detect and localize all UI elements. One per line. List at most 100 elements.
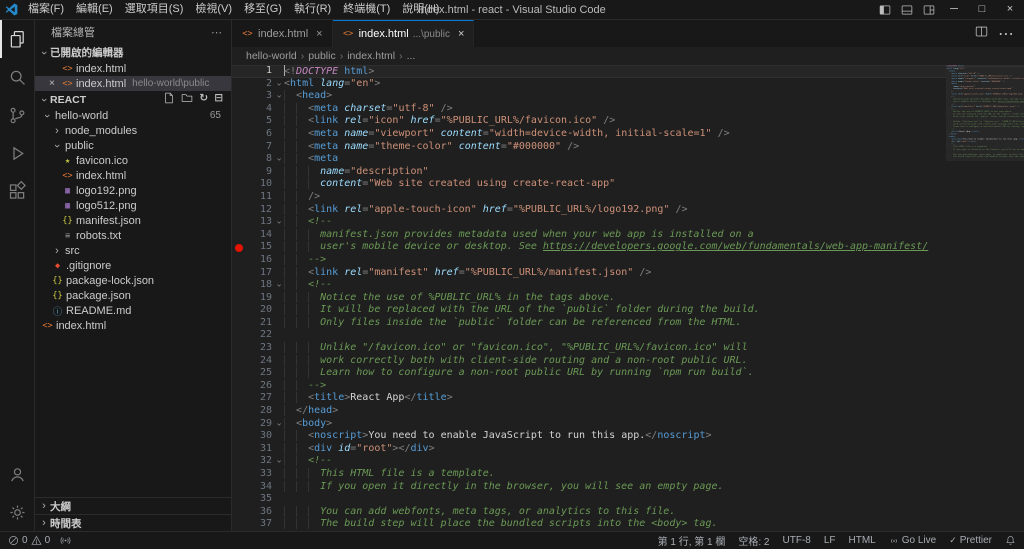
breadcrumb-item[interactable]: ...: [407, 50, 416, 62]
code-line[interactable]: 26 -->: [232, 379, 946, 393]
breakpoint-margin[interactable]: [232, 65, 246, 78]
code-line[interactable]: 17 <link rel="manifest" href="%PUBLIC_UR…: [232, 266, 946, 280]
breakpoint-margin[interactable]: [232, 128, 246, 141]
breakpoint-margin[interactable]: [232, 506, 246, 519]
extensions-icon[interactable]: [0, 172, 34, 210]
close-icon[interactable]: ×: [458, 28, 464, 40]
minimize-button[interactable]: ─: [940, 0, 968, 19]
tree-folder[interactable]: › hello-world 65: [35, 108, 231, 123]
code-line[interactable]: 36 You can add webfonts, meta tags, or a…: [232, 505, 946, 519]
cursor-position[interactable]: 第 1 行, 第 1 欄: [658, 533, 726, 548]
code-line[interactable]: 2 › <html lang="en">: [232, 78, 946, 91]
breakpoint-margin[interactable]: [232, 204, 246, 217]
more-actions-icon[interactable]: ⋯: [211, 26, 223, 39]
split-editor-icon[interactable]: [975, 25, 988, 43]
run-debug-icon[interactable]: [0, 134, 34, 172]
editor-more-actions-icon[interactable]: ⋯: [998, 24, 1014, 44]
fold-icon[interactable]: ›: [272, 456, 285, 468]
menu-item[interactable]: 檔案(F): [22, 0, 70, 19]
breakpoint-margin[interactable]: [232, 329, 246, 342]
tree-file[interactable]: ▦ logo192.png: [35, 183, 231, 198]
tree-folder[interactable]: › src: [35, 243, 231, 258]
refresh-icon[interactable]: ↻: [199, 92, 208, 107]
breakpoint-margin[interactable]: [232, 178, 246, 191]
close-icon[interactable]: ×: [316, 28, 322, 40]
breadcrumb-item[interactable]: public: [308, 50, 335, 62]
code-line[interactable]: 22: [232, 329, 946, 342]
tree-file[interactable]: ⓘ README.md: [35, 303, 231, 318]
breakpoint-margin[interactable]: [232, 493, 246, 506]
minimap-slider[interactable]: [946, 65, 1024, 161]
breakpoint-margin[interactable]: [232, 430, 246, 443]
tree-file[interactable]: {} manifest.json: [35, 213, 231, 228]
eol-status[interactable]: LF: [824, 535, 836, 546]
code-line[interactable]: 29 › <body>: [232, 417, 946, 431]
tree-file[interactable]: ≡ robots.txt: [35, 228, 231, 243]
project-section-header[interactable]: › REACT ↻ ⊟: [35, 91, 231, 108]
code-line[interactable]: 21 Only files inside the `public` folder…: [232, 316, 946, 330]
code-line[interactable]: 12 <link rel="apple-touch-icon" href="%P…: [232, 203, 946, 217]
fold-icon[interactable]: ›: [272, 78, 285, 90]
fold-icon[interactable]: ›: [272, 153, 285, 165]
outline-section-header[interactable]: › 大綱: [35, 497, 231, 514]
indentation-status[interactable]: 空格: 2: [738, 533, 769, 548]
menu-item[interactable]: 移至(G): [238, 0, 288, 19]
maximize-button[interactable]: □: [968, 0, 996, 19]
code-line[interactable]: 4 <meta charset="utf-8" />: [232, 102, 946, 116]
prettier-status[interactable]: ✓ Prettier: [949, 535, 992, 546]
explorer-icon[interactable]: [0, 20, 34, 58]
breakpoint-margin[interactable]: [232, 166, 246, 179]
code-line[interactable]: 25 Learn how to configure a non-root pub…: [232, 367, 946, 380]
breakpoint-margin[interactable]: [232, 367, 246, 380]
code-line[interactable]: 8 › <meta: [232, 153, 946, 166]
breakpoint-margin[interactable]: [232, 405, 246, 418]
code-line[interactable]: 5 <link rel="icon" href="%PUBLIC_URL%/fa…: [232, 115, 946, 128]
new-file-icon[interactable]: [163, 92, 175, 107]
breakpoint-margin[interactable]: [232, 355, 246, 368]
breakpoint-margin[interactable]: [232, 267, 246, 280]
code-line[interactable]: 19 Notice the use of %PUBLIC_URL% in the…: [232, 291, 946, 305]
breakpoint-margin[interactable]: [232, 292, 246, 305]
code-line[interactable]: 7 <meta name="theme-color" content="#000…: [232, 140, 946, 154]
fold-icon[interactable]: ›: [272, 216, 285, 228]
breakpoint-margin[interactable]: [232, 141, 246, 154]
bell-icon[interactable]: [1005, 535, 1016, 546]
code-line[interactable]: 24 work correctly both with client-side …: [232, 354, 946, 368]
breakpoint-margin[interactable]: [232, 216, 246, 229]
code-line[interactable]: 27 <title>React App</title>: [232, 392, 946, 405]
close-button[interactable]: ×: [996, 0, 1024, 19]
code-line[interactable]: 33 This HTML file is a template.: [232, 468, 946, 481]
code-line[interactable]: 23 Unlike "/favicon.ico" or "favicon.ico…: [232, 342, 946, 355]
breakpoint-margin[interactable]: [232, 153, 246, 166]
open-editors-header[interactable]: › 已開啟的編輯器: [35, 44, 231, 61]
tree-folder[interactable]: › public: [35, 138, 231, 153]
breakpoint-margin[interactable]: [232, 115, 246, 128]
breakpoint-margin[interactable]: [232, 342, 246, 355]
fold-icon[interactable]: ›: [272, 279, 285, 291]
encoding-status[interactable]: UTF-8: [783, 535, 811, 546]
tree-file[interactable]: {} package.json: [35, 288, 231, 303]
code-line[interactable]: 16 -->: [232, 253, 946, 267]
breakpoint-margin[interactable]: [232, 468, 246, 481]
tree-file[interactable]: ★ favicon.ico: [35, 153, 231, 168]
breakpoint-margin[interactable]: [232, 254, 246, 267]
code-line[interactable]: 11 />: [232, 190, 946, 204]
code-line[interactable]: 37 The build step will place the bundled…: [232, 518, 946, 531]
breakpoint-margin[interactable]: [232, 392, 246, 405]
collapse-all-icon[interactable]: ⊟: [214, 92, 223, 107]
menu-item[interactable]: 執行(R): [288, 0, 337, 19]
menu-item[interactable]: 說明(H): [396, 0, 445, 19]
fold-icon[interactable]: ›: [272, 90, 285, 102]
code-line[interactable]: 6 <meta name="viewport" content="width=d…: [232, 127, 946, 141]
breakpoint-margin[interactable]: [232, 78, 246, 91]
settings-gear-icon[interactable]: [0, 493, 34, 531]
menu-item[interactable]: 編輯(E): [70, 0, 119, 19]
fold-icon[interactable]: ›: [272, 418, 285, 430]
breakpoint-margin[interactable]: [232, 380, 246, 393]
tab[interactable]: <> index.html ...\public ×: [332, 20, 475, 47]
tree-file[interactable]: ◆ .gitignore: [35, 258, 231, 273]
tree-file[interactable]: {} package-lock.json: [35, 273, 231, 288]
breakpoint-margin[interactable]: [232, 241, 246, 254]
code-line[interactable]: 18 › <!--: [232, 279, 946, 292]
breakpoint-margin[interactable]: [232, 481, 246, 494]
